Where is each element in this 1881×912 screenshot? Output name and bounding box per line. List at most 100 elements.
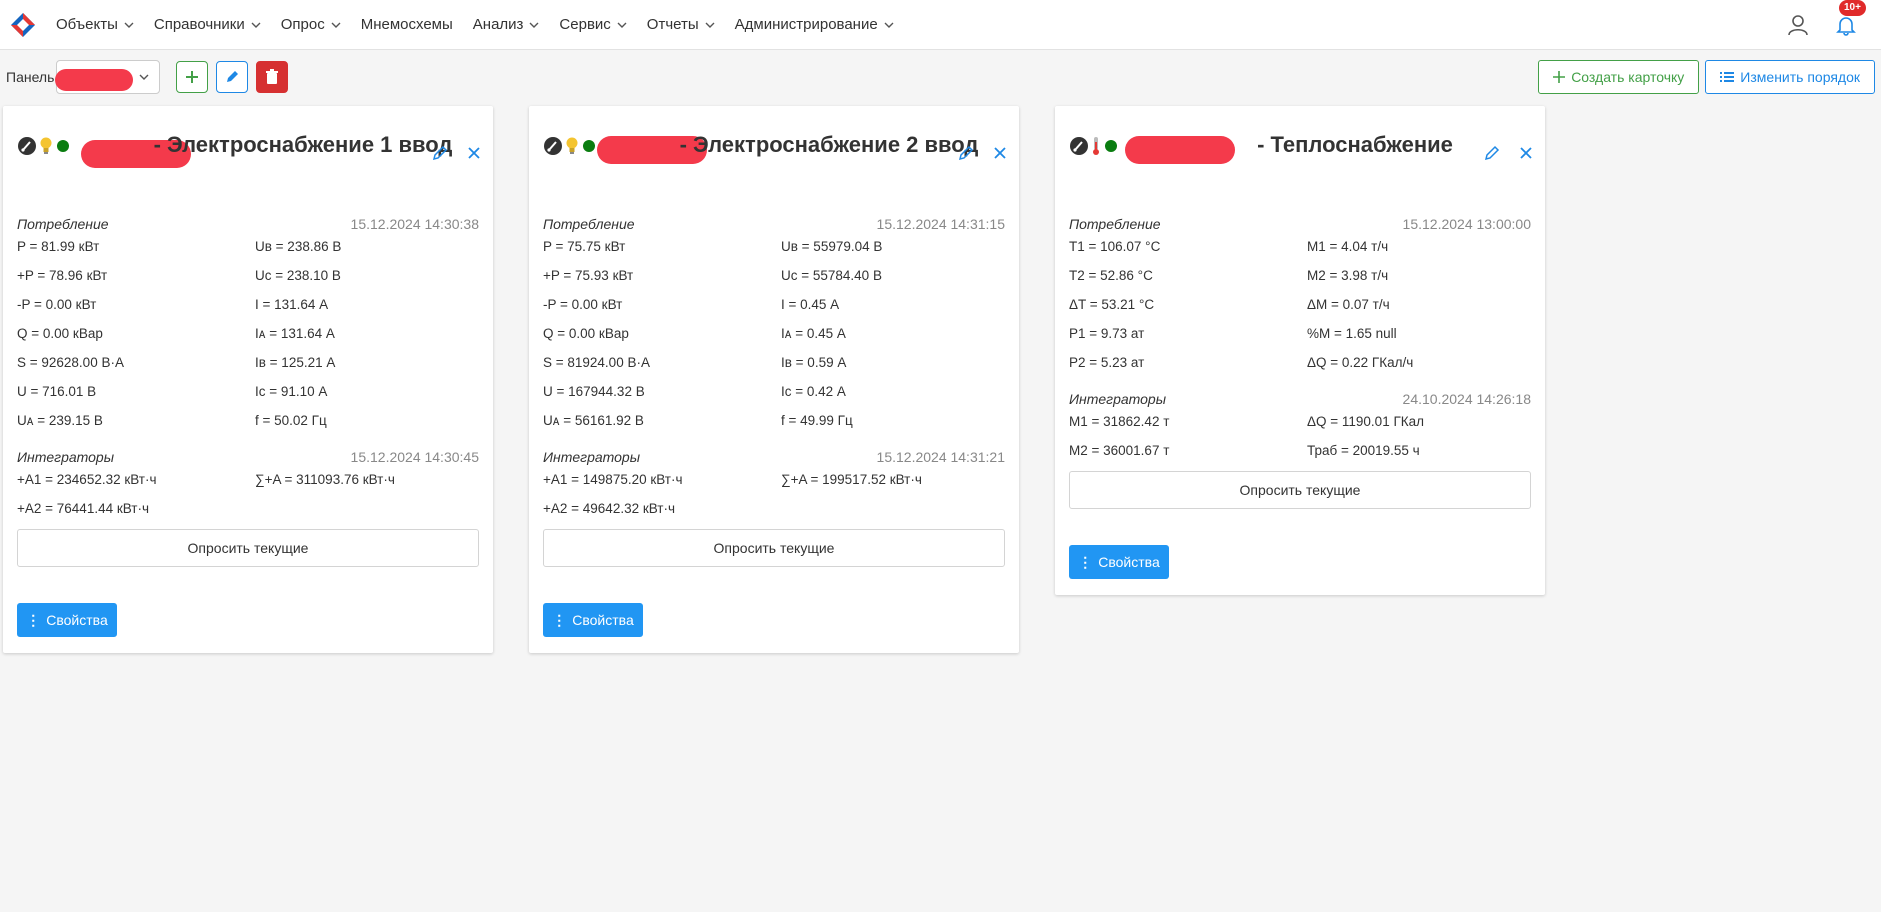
menu-item[interactable]: Объекты (46, 16, 144, 33)
chevron-down-icon (705, 22, 715, 28)
main-menu: Объекты Справочники Опрос Мнемосхемы Анализ С… (46, 16, 904, 33)
menu-item[interactable]: Мнемосхемы (351, 16, 463, 33)
reading-value: P2 = 5.23 ат (1069, 355, 1145, 370)
pencil-icon[interactable] (957, 144, 975, 162)
close-icon[interactable] (465, 144, 483, 162)
delete-panel-button[interactable] (256, 61, 289, 93)
reading-value: +A2 = 49642.32 кВт·ч (543, 501, 676, 516)
reading-value: f = 50.02 Гц (255, 413, 327, 428)
menu-item[interactable]: Анализ (463, 16, 550, 33)
poll-current-button[interactable]: Опросить текущие (1069, 471, 1531, 509)
menu-item-label: Справочники (153, 16, 245, 33)
integrators-section: Интеграторы 15.12.2024 14:30:45 +A1 = 2346… (3, 443, 493, 523)
reading-value: +A2 = 76441.44 кВт·ч (17, 501, 150, 516)
create-card-button[interactable]: Создать карточку (1538, 60, 1700, 94)
reading-value: Uᴀ = 239.15 В (17, 413, 103, 428)
card-header: - Электроснабжение 1 ввод (3, 106, 493, 210)
readings-grid: T1 = 106.07 °C M1 = 4.04 т/ч T2 = 52.86 °C… (1069, 232, 1531, 377)
reading-value: M1 = 4.04 т/ч (1307, 239, 1389, 254)
properties-button[interactable]: ⋮ Свойства (543, 603, 643, 637)
section-timestamp: 15.12.2024 13:00:00 (1402, 216, 1531, 232)
readings-grid: +A1 = 234652.32 кВт·ч ∑+A = 311093.76 кВт… (17, 465, 479, 523)
kebab-icon: ⋮ (552, 611, 567, 628)
reading-value: %M = 1.65 null (1307, 326, 1397, 341)
reading-value: M1 = 31862.42 т (1069, 414, 1170, 429)
properties-button[interactable]: ⋮ Свойства (1069, 545, 1169, 579)
notifications-button[interactable]: 10+ (1835, 0, 1866, 36)
section-timestamp: 15.12.2024 14:30:45 (350, 449, 479, 465)
properties-button[interactable]: ⋮ Свойства (17, 603, 117, 637)
consumption-section: Потребление 15.12.2024 13:00:00 T1 = 106.0… (1055, 210, 1545, 377)
section-header: Интеграторы 15.12.2024 14:30:45 (17, 443, 479, 465)
reading-value: Iв = 0.59 А (781, 355, 847, 370)
panel-select[interactable] (55, 60, 161, 94)
menu-item[interactable]: Отчеты (637, 16, 725, 33)
readings-grid: M1 = 31862.42 т ΔQ = 1190.01 ГКал M2 = 360… (1069, 407, 1531, 465)
reading-value: +A1 = 234652.32 кВт·ч (17, 472, 157, 487)
chevron-down-icon (617, 22, 627, 28)
pencil-icon (227, 71, 239, 82)
menu-item[interactable]: Справочники (144, 16, 271, 33)
consumption-section: Потребление 15.12.2024 14:31:15 P = 75.75 … (529, 210, 1019, 435)
readings-grid: P = 81.99 кВт Uв = 238.86 В +P = 78.96 кВт… (17, 232, 479, 435)
reading-value: Траб = 20019.55 ч (1307, 443, 1420, 458)
reading-value: S = 81924.00 В·А (543, 355, 650, 370)
reading-value: P = 75.75 кВт (543, 239, 626, 254)
section-title: Потребление (1069, 216, 1161, 232)
menu-item[interactable]: Сервис (549, 16, 636, 33)
pencil-icon[interactable] (431, 144, 449, 162)
poll-current-label: Опросить текущие (1239, 482, 1361, 498)
reading-value: P = 81.99 кВт (17, 239, 100, 254)
chevron-down-icon (529, 22, 539, 28)
menu-item-label: Администрирование (734, 16, 878, 33)
edit-panel-button[interactable] (216, 61, 249, 93)
meter-card: - Теплоснабжение Потребление 15.12.2024 13… (1055, 106, 1545, 595)
bulb-icon (40, 137, 52, 154)
poll-current-button[interactable]: Опросить текущие (543, 529, 1005, 567)
kebab-icon: ⋮ (1078, 553, 1093, 570)
card-header: - Теплоснабжение (1055, 106, 1545, 210)
reading-value: I = 131.64 А (255, 297, 329, 312)
close-icon[interactable] (991, 144, 1009, 162)
section-title: Интеграторы (543, 449, 641, 465)
app-logo-icon[interactable] (10, 12, 36, 38)
reading-value: Q = 0.00 кВар (17, 326, 103, 341)
section-timestamp: 24.10.2024 14:26:18 (1402, 391, 1531, 407)
poll-current-button[interactable]: Опросить текущие (17, 529, 479, 567)
plus-icon (186, 71, 199, 83)
gauge-icon (544, 137, 562, 155)
reading-value: Uᴀ = 56161.92 В (543, 413, 644, 428)
reading-value: Iв = 125.21 А (255, 355, 336, 370)
menu-item-label: Мнемосхемы (360, 16, 453, 33)
plus-icon (1553, 71, 1566, 83)
bulb-icon (566, 137, 578, 154)
section-header: Потребление 15.12.2024 13:00:00 (1069, 210, 1531, 232)
reading-value: ΔM = 0.07 т/ч (1307, 297, 1390, 312)
close-icon[interactable] (1517, 144, 1535, 162)
redaction-mark (55, 69, 134, 91)
panel-toolbar: Панель Создать карточку Изменить порядок (0, 50, 1881, 104)
reading-value: S = 92628.00 В·А (17, 355, 124, 370)
reading-value: U = 167944.32 В (543, 384, 645, 399)
reading-value: +P = 75.93 кВт (543, 268, 634, 283)
notifications-badge: 10+ (1839, 0, 1866, 16)
reading-value: Uв = 55979.04 В (781, 239, 883, 254)
reading-value: Iᴀ = 131.64 А (255, 326, 335, 341)
section-title: Потребление (543, 216, 635, 232)
add-panel-button[interactable] (176, 61, 209, 93)
card-status-icons (543, 136, 595, 156)
section-header: Потребление 15.12.2024 14:30:38 (17, 210, 479, 232)
poll-current-label: Опросить текущие (713, 540, 835, 556)
kebab-icon: ⋮ (26, 611, 41, 628)
reading-value: Iᴀ = 0.45 А (781, 326, 846, 341)
reading-value: U = 716.01 В (17, 384, 97, 399)
reorder-button[interactable]: Изменить порядок (1705, 60, 1875, 94)
reading-value: T2 = 52.86 °C (1069, 268, 1153, 283)
reading-value (255, 494, 479, 523)
menu-item[interactable]: Опрос (271, 16, 351, 33)
menu-item[interactable]: Администрирование (725, 16, 904, 33)
card-header: - Электроснабжение 2 ввод (529, 106, 1019, 210)
user-icon[interactable] (1787, 14, 1809, 36)
pencil-icon[interactable] (1483, 144, 1501, 162)
reading-value: P1 = 9.73 ат (1069, 326, 1145, 341)
